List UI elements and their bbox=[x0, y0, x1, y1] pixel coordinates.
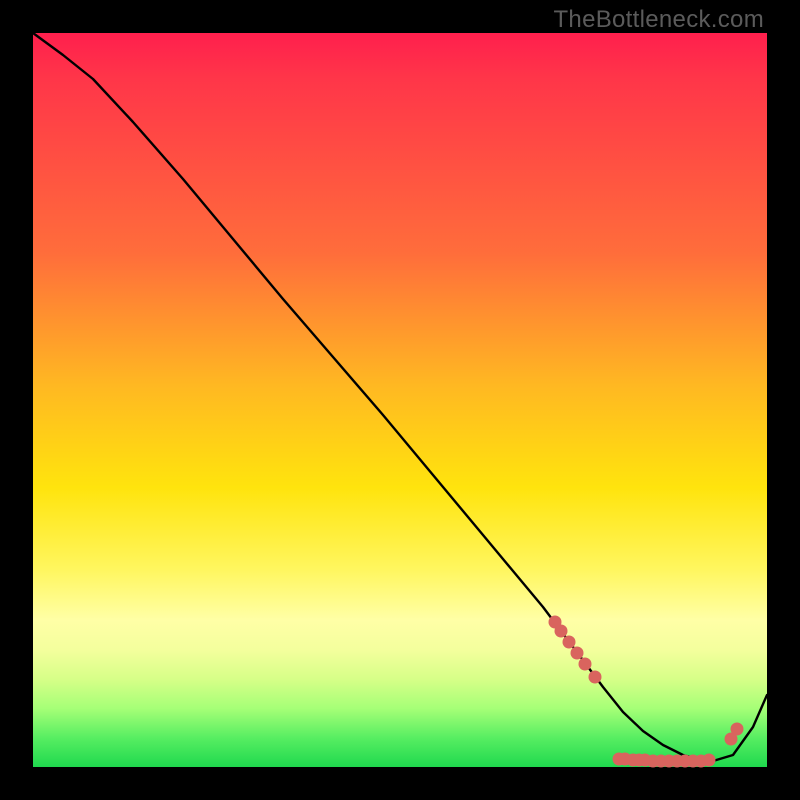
curve-marker bbox=[589, 671, 602, 684]
curve-marker bbox=[555, 625, 568, 638]
curve-layer bbox=[33, 33, 767, 767]
curve-markers bbox=[549, 616, 744, 768]
plot-area bbox=[33, 33, 767, 767]
curve-marker bbox=[579, 658, 592, 671]
watermark-text: TheBottleneck.com bbox=[553, 6, 764, 34]
bottleneck-curve bbox=[33, 33, 767, 761]
curve-marker bbox=[571, 647, 584, 660]
curve-marker bbox=[731, 723, 744, 736]
curve-marker bbox=[563, 636, 576, 649]
chart-frame: TheBottleneck.com bbox=[0, 0, 800, 800]
curve-marker bbox=[703, 754, 716, 767]
